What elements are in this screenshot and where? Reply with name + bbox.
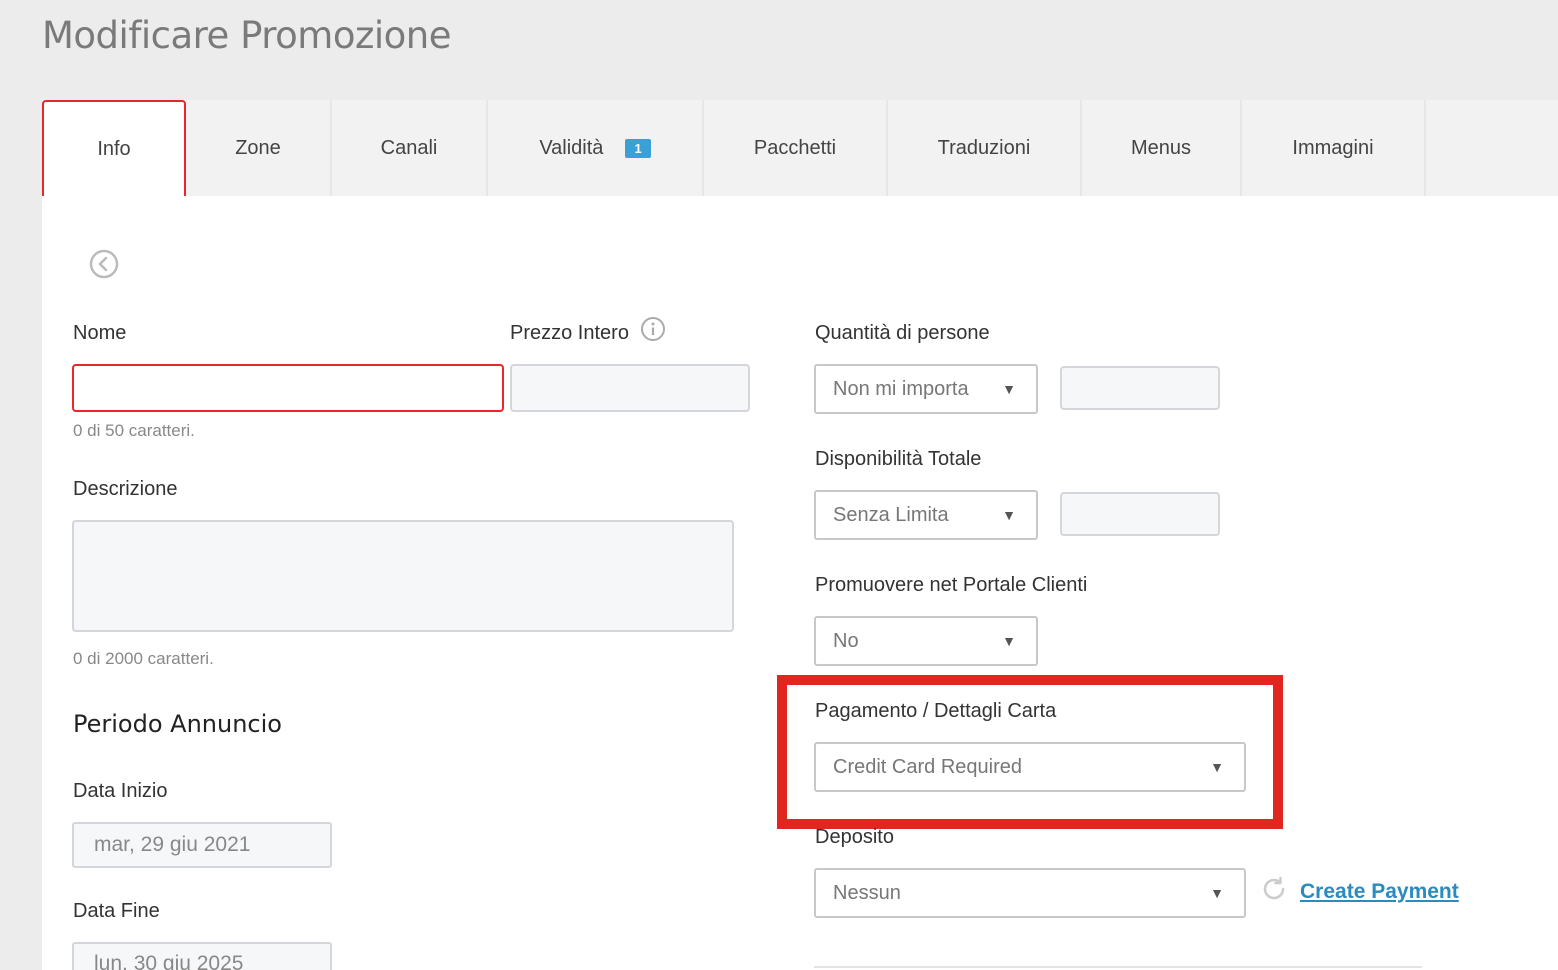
- nome-input[interactable]: [72, 364, 504, 412]
- info-icon: [641, 317, 665, 341]
- quantita-input[interactable]: [1060, 366, 1220, 410]
- periodo-title: Periodo Annuncio: [73, 710, 282, 738]
- tab-label: Canali: [380, 136, 438, 159]
- chevron-left-circle-icon: [89, 249, 119, 279]
- caret-down-icon: ▼: [1210, 759, 1224, 775]
- caret-down-icon: ▼: [1002, 507, 1016, 523]
- data-fine-input[interactable]: lun, 30 giu 2025: [72, 942, 332, 970]
- caret-down-icon: ▼: [1210, 885, 1224, 901]
- tab-label: Traduzioni: [937, 136, 1031, 159]
- quantita-selected: Non mi importa: [833, 377, 969, 400]
- disponibilita-input[interactable]: [1060, 492, 1220, 536]
- tab-canali[interactable]: Canali: [332, 100, 488, 196]
- tab-immagini[interactable]: Immagini: [1242, 100, 1426, 196]
- pagamento-select[interactable]: Credit Card Required ▼: [814, 742, 1246, 792]
- disponibilita-selected: Senza Limita: [833, 503, 949, 526]
- tab-label: Menus: [1130, 136, 1192, 159]
- disponibilita-label: Disponibilità Totale: [815, 448, 982, 470]
- info-icon[interactable]: [640, 316, 666, 347]
- promuovere-label: Promuovere net Portale Clienti: [815, 574, 1088, 596]
- tab-label: Info: [97, 137, 131, 160]
- deposito-select[interactable]: Nessun ▼: [814, 868, 1246, 918]
- tab-traduzioni[interactable]: Traduzioni: [888, 100, 1082, 196]
- prezzo-input[interactable]: [510, 364, 750, 412]
- prezzo-label: Prezzo Intero: [510, 322, 629, 344]
- tab-bar: Info Zone Canali Validità 1 Pacchetti Tra…: [42, 100, 1558, 196]
- data-inizio-label: Data Inizio: [73, 780, 168, 802]
- tab-info[interactable]: Info: [42, 100, 186, 196]
- create-payment-link[interactable]: Create Payment: [1300, 880, 1459, 904]
- tab-menus[interactable]: Menus: [1082, 100, 1242, 196]
- validity-badge: 1: [625, 138, 651, 158]
- refresh-icon: [1263, 876, 1285, 900]
- refresh-button[interactable]: [1260, 875, 1288, 908]
- pagamento-selected: Credit Card Required: [833, 755, 1022, 778]
- descrizione-label: Descrizione: [73, 478, 178, 500]
- descrizione-counter: 0 di 2000 caratteri.: [73, 649, 214, 668]
- tab-label: Validità: [539, 136, 604, 159]
- promuovere-selected: No: [833, 629, 859, 652]
- data-fine-label: Data Fine: [73, 900, 160, 922]
- deposito-selected: Nessun: [833, 881, 901, 904]
- tab-validita[interactable]: Validità 1: [488, 100, 704, 196]
- tab-zone[interactable]: Zone: [186, 100, 332, 196]
- descrizione-textarea[interactable]: [72, 520, 734, 632]
- quantita-select[interactable]: Non mi importa ▼: [814, 364, 1038, 414]
- tab-label: Immagini: [1292, 136, 1374, 159]
- tab-label: Pacchetti: [753, 136, 837, 159]
- nome-label: Nome: [73, 322, 127, 344]
- nome-counter: 0 di 50 caratteri.: [73, 421, 195, 440]
- main-panel: Info Zone Canali Validità 1 Pacchetti Tra…: [42, 100, 1558, 970]
- quantita-label: Quantità di persone: [815, 322, 990, 344]
- pagamento-label: Pagamento / Dettagli Carta: [815, 700, 1057, 722]
- page-title: Modificare Promozione: [42, 14, 452, 57]
- disponibilita-select[interactable]: Senza Limita ▼: [814, 490, 1038, 540]
- promuovere-select[interactable]: No ▼: [814, 616, 1038, 666]
- caret-down-icon: ▼: [1002, 381, 1016, 397]
- divider: [814, 966, 1422, 968]
- tab-label: Zone: [235, 136, 281, 159]
- deposito-label: Deposito: [815, 826, 894, 848]
- tab-pacchetti[interactable]: Pacchetti: [704, 100, 888, 196]
- back-button[interactable]: [89, 249, 119, 284]
- data-inizio-input[interactable]: mar, 29 giu 2021: [72, 822, 332, 868]
- caret-down-icon: ▼: [1002, 633, 1016, 649]
